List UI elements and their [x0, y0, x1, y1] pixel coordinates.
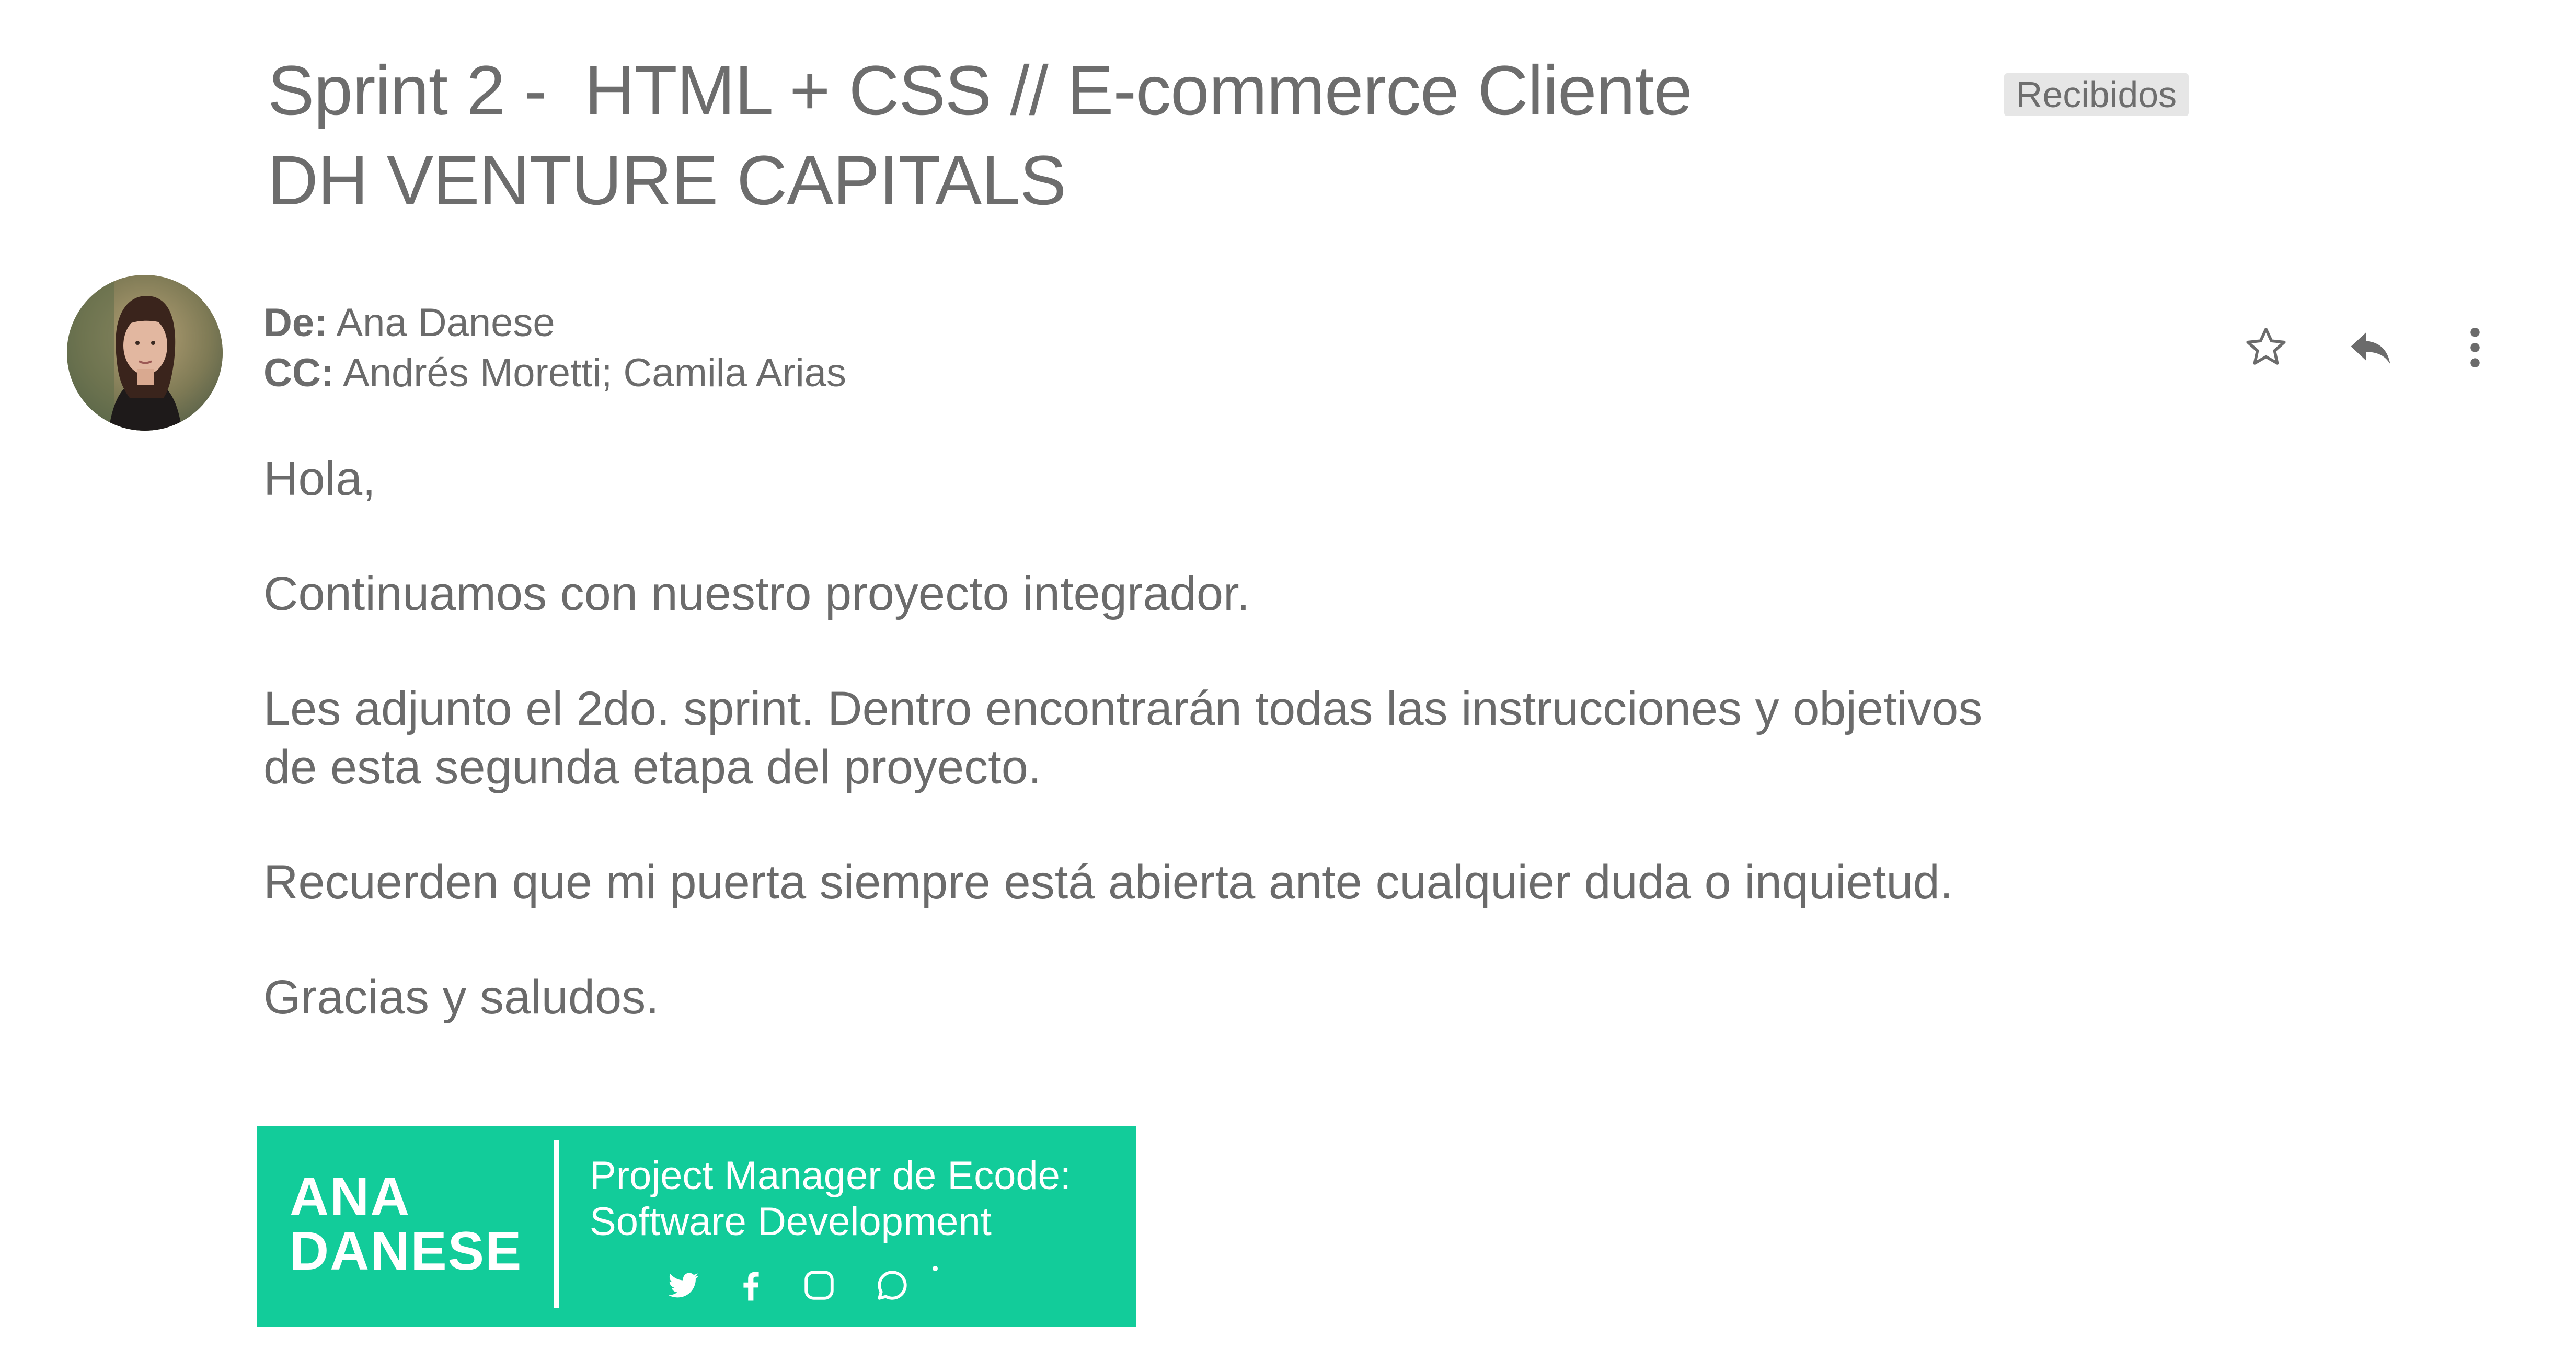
signature-social-links	[665, 1265, 958, 1304]
body-paragraph: Gracias y saludos.	[263, 971, 659, 1024]
twitter-icon[interactable]	[665, 1267, 702, 1304]
signature-role-line-2: Software Development	[590, 1200, 992, 1244]
reply-icon	[2351, 332, 2390, 364]
reply-button[interactable]	[2342, 319, 2399, 376]
more-options-button[interactable]	[2446, 319, 2504, 376]
body-paragraph: Hola,	[263, 452, 376, 505]
avatar	[67, 275, 223, 431]
email-headers: De: Ana Danese CC: Andrés Moretti; Camil…	[263, 298, 846, 398]
inbox-label-badge[interactable]: Recibidos	[2004, 73, 2189, 116]
star-icon	[2246, 328, 2286, 365]
cc-row: CC: Andrés Moretti; Camila Arias	[263, 348, 846, 398]
email-signature: ANA DANESE Project Manager de Ecode: Sof…	[257, 1126, 1136, 1327]
signature-role-line-1: Project Manager de Ecode:	[590, 1154, 1071, 1198]
dot-icon	[932, 1265, 939, 1272]
star-button[interactable]	[2237, 319, 2295, 376]
signature-name: ANA DANESE	[290, 1170, 522, 1278]
cc-value[interactable]: Andrés Moretti; Camila Arias	[343, 351, 846, 395]
from-row: De: Ana Danese	[263, 298, 846, 348]
subject-line-1: Sprint 2 - HTML + CSS // E-commerce Clie…	[268, 52, 1693, 130]
signature-name-line-2: DANESE	[290, 1221, 523, 1282]
signature-name-line-1: ANA	[290, 1167, 411, 1227]
instagram-icon[interactable]	[801, 1267, 837, 1304]
email-body: Hola, Continuamos con nuestro proyecto i…	[263, 449, 2145, 1083]
body-paragraph: Continuamos con nuestro proyecto integra…	[263, 567, 1250, 620]
facebook-icon[interactable]	[733, 1267, 769, 1304]
more-vertical-icon	[2470, 328, 2480, 367]
subject-line-2: DH VENTURE CAPITALS	[268, 142, 1066, 220]
email-actions	[2237, 319, 2509, 382]
cc-key: CC:	[263, 351, 335, 395]
body-paragraph: Recuerden que mi puerta siempre está abi…	[263, 856, 1953, 909]
from-key: De:	[263, 301, 328, 345]
from-value[interactable]: Ana Danese	[336, 301, 555, 345]
signature-role: Project Manager de Ecode: Software Devel…	[590, 1153, 1071, 1245]
body-paragraph: Les adjunto el 2do. sprint. Dentro encon…	[263, 682, 1983, 794]
whatsapp-icon[interactable]	[874, 1267, 911, 1304]
email-subject: Sprint 2 - HTML + CSS // E-commerce Clie…	[268, 46, 1888, 226]
signature-divider	[554, 1140, 559, 1308]
